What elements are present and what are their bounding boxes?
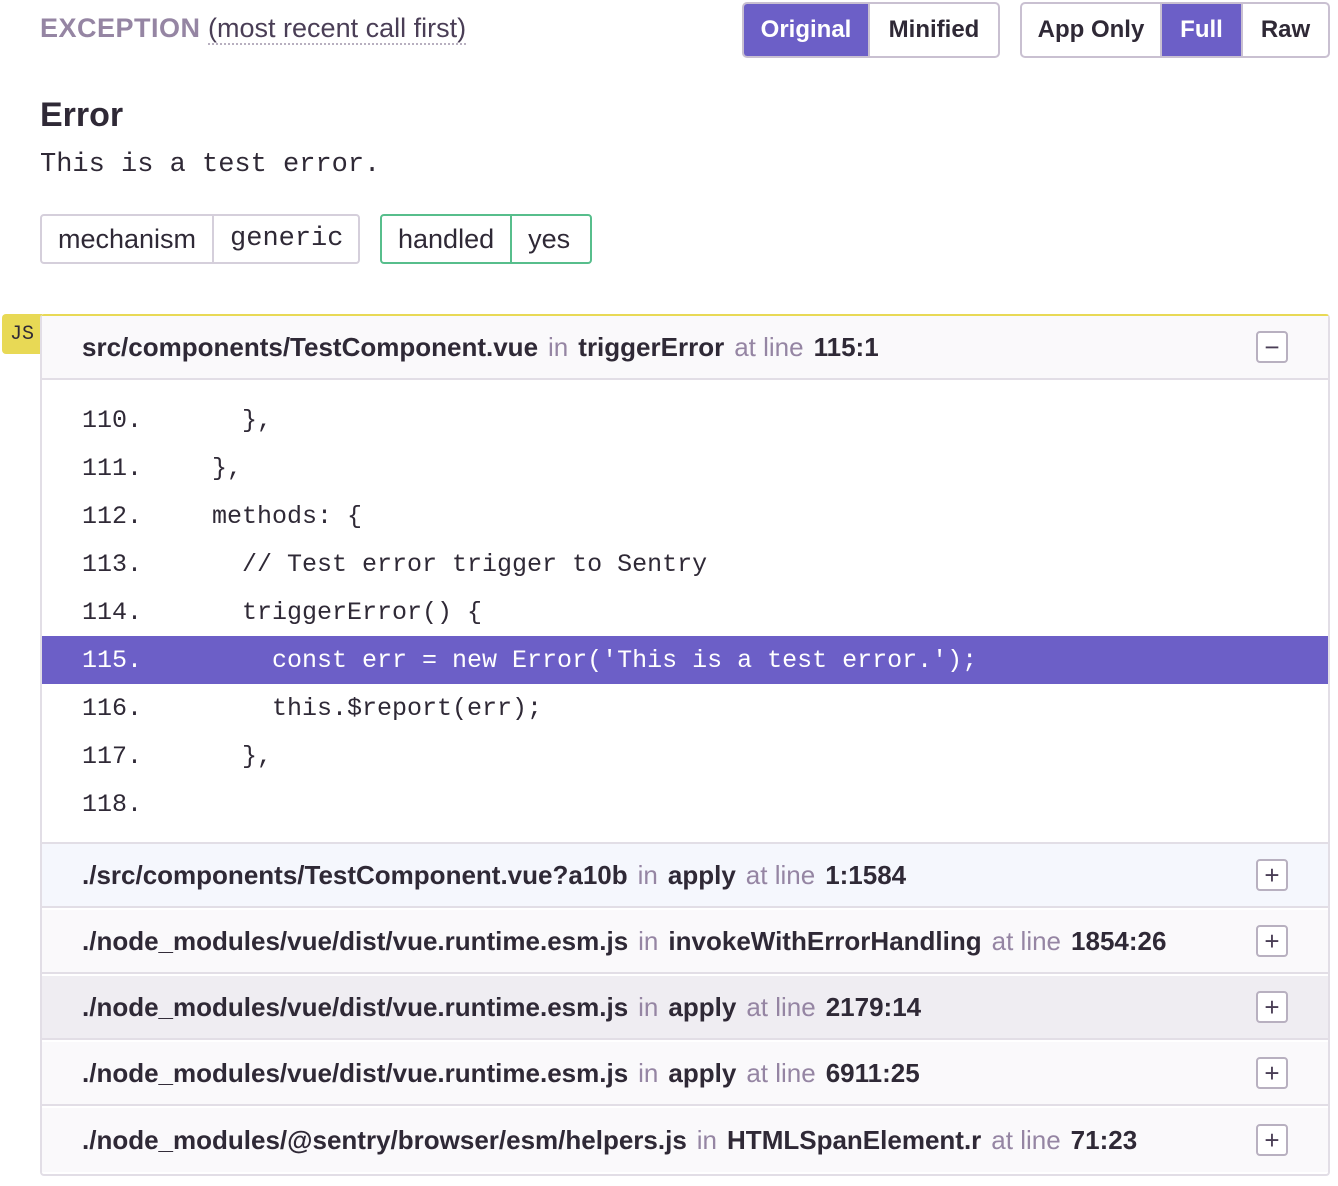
expand-icon[interactable]: + <box>1256 859 1288 891</box>
frame-filename: ./node_modules/vue/dist/vue.runtime.esm.… <box>82 1057 629 1088</box>
frame-filename: ./src/components/TestComponent.vue?a10b <box>82 859 628 890</box>
frame-header[interactable]: ./node_modules/@sentry/browser/esm/helpe… <box>42 1108 1328 1172</box>
frame-header[interactable]: ./src/components/TestComponent.vue?a10b … <box>42 844 1328 908</box>
expand-icon[interactable]: + <box>1256 925 1288 957</box>
error-message: This is a test error. <box>40 150 381 180</box>
expand-icon[interactable]: + <box>1256 1057 1288 1089</box>
tag-value: yes <box>528 223 571 254</box>
minified-button[interactable]: Minified <box>870 4 998 56</box>
frame-lineno: 2179:14 <box>825 991 922 1022</box>
tag-key: handled <box>382 216 513 262</box>
expand-icon[interactable]: + <box>1256 1124 1288 1156</box>
frame-lineno: 115:1 <box>813 331 879 362</box>
frame-lineno: 1:1584 <box>825 859 907 890</box>
frame-lineno: 6911:25 <box>825 1057 920 1088</box>
frame-function: invokeWithErrorHandling <box>668 925 982 956</box>
frame-function: apply <box>667 859 736 890</box>
code-line: 112. methods: { <box>82 501 363 531</box>
tag-value: generic <box>230 224 344 254</box>
call-order-hint[interactable]: (most recent call first) <box>208 13 467 45</box>
frame-filename: ./node_modules/@sentry/browser/esm/helpe… <box>82 1124 687 1155</box>
exception-label: EXCEPTION <box>40 13 201 43</box>
frame-lineno: 71:23 <box>1070 1124 1138 1155</box>
code-line: 118. <box>82 789 143 819</box>
frame-header[interactable]: src/components/TestComponent.vue in trig… <box>42 316 1328 380</box>
code-line-active: 115. const err = new Error('This is a te… <box>42 636 1328 684</box>
stacktrace-frames: src/components/TestComponent.vue in trig… <box>40 314 1330 1176</box>
frame-header[interactable]: ./node_modules/vue/dist/vue.runtime.esm.… <box>42 910 1328 974</box>
source-toggle-group: Original Minified <box>742 2 1000 58</box>
frame-filename: ./node_modules/vue/dist/vue.runtime.esm.… <box>82 925 629 956</box>
mechanism-tag[interactable]: mechanism generic <box>40 214 360 264</box>
frame-lineno: 1854:26 <box>1071 925 1167 956</box>
frame-function: HTMLSpanElement.r <box>727 1124 982 1155</box>
frame-filter-group: App Only Full Raw <box>1020 2 1330 58</box>
code-line: 110. }, <box>82 405 273 435</box>
error-type: Error <box>40 96 124 134</box>
raw-button[interactable]: Raw <box>1243 4 1328 56</box>
handled-tag[interactable]: handled yes <box>380 214 592 264</box>
app-only-button[interactable]: App Only <box>1022 4 1162 56</box>
frame-function: apply <box>668 991 737 1022</box>
code-line: 114. triggerError() { <box>82 597 483 627</box>
code-line: 113. // Test error trigger to Sentry <box>82 549 708 579</box>
original-button[interactable]: Original <box>744 4 870 56</box>
code-context: 110. }, 111. }, 112. methods: { 113. // … <box>42 380 1328 844</box>
frame-function: triggerError <box>578 331 725 362</box>
expand-icon[interactable]: + <box>1256 991 1288 1023</box>
frame-function: apply <box>668 1057 737 1088</box>
exception-header: EXCEPTION (most recent call first) <box>40 10 467 46</box>
frame-header[interactable]: ./node_modules/vue/dist/vue.runtime.esm.… <box>42 976 1328 1040</box>
platform-badge: JS <box>2 314 42 354</box>
frame-filename: src/components/TestComponent.vue <box>82 331 539 362</box>
code-line: 117. }, <box>82 741 273 771</box>
collapse-icon[interactable]: − <box>1256 331 1288 363</box>
frame-filename: ./node_modules/vue/dist/vue.runtime.esm.… <box>82 991 629 1022</box>
frame-header[interactable]: ./node_modules/vue/dist/vue.runtime.esm.… <box>42 1042 1328 1106</box>
code-line: 116. this.$report(err); <box>82 693 543 723</box>
tag-key: mechanism <box>42 216 215 262</box>
full-button[interactable]: Full <box>1162 4 1243 56</box>
code-line: 111. }, <box>82 453 243 483</box>
